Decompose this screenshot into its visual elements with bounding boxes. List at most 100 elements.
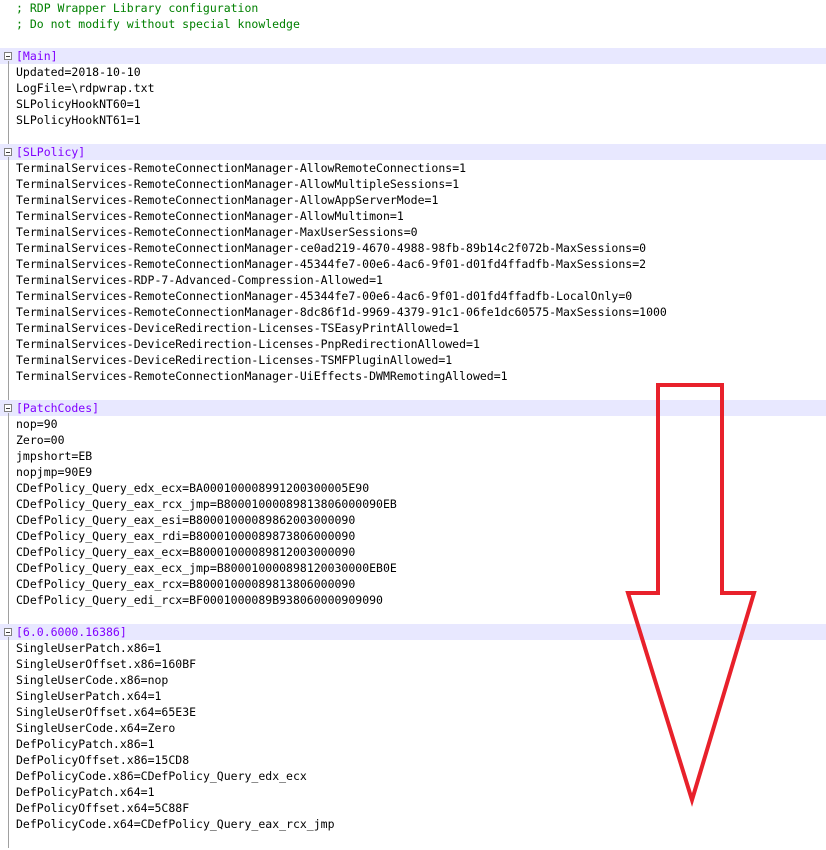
key-value-line: SingleUserPatch.x86=1 — [16, 640, 161, 656]
entry-key: TerminalServices-RemoteConnectionManager… — [16, 177, 446, 191]
entry-key: CDefPolicy_Query_eax_rcx — [16, 577, 183, 591]
fold-toggle-icon[interactable] — [4, 628, 12, 636]
entry-key: TerminalServices-RemoteConnectionManager… — [16, 193, 425, 207]
equals-sign: = — [147, 689, 155, 703]
key-value-line: DefPolicyPatch.x64=1 — [16, 784, 155, 800]
equals-sign: = — [140, 721, 148, 735]
equals-sign: = — [36, 417, 44, 431]
equals-sign: = — [466, 337, 473, 351]
entry-key: DefPolicyCode.x86 — [16, 769, 134, 783]
entry-key: DefPolicyOffset.x64 — [16, 801, 148, 815]
entry-value: 2 — [639, 257, 647, 271]
section-header: [SLPolicy] — [16, 145, 86, 159]
key-value-line: DefPolicyOffset.x86=15CD8 — [16, 752, 189, 768]
key-value-line: CDefPolicy_Query_eax_rcx_jmp=B8000100008… — [16, 496, 397, 512]
entry-key: SingleUserPatch.x86 — [16, 641, 148, 655]
equals-sign: = — [209, 497, 217, 511]
entry-value: 0 — [625, 289, 633, 303]
key-value-line: TerminalServices-DeviceRedirection-Licen… — [16, 336, 480, 352]
entry-key: SingleUserCode.x64 — [16, 721, 141, 735]
equals-sign: = — [209, 561, 217, 575]
entry-value: 1 — [500, 369, 508, 383]
equals-sign: = — [493, 369, 501, 383]
entry-key: TerminalServices-RemoteConnectionManager… — [16, 369, 494, 383]
comment-line: ; RDP Wrapper Library configuration — [16, 1, 259, 15]
key-value-line: TerminalServices-RemoteConnectionManager… — [16, 160, 466, 176]
entry-key: CDefPolicy_Query_eax_ecx — [16, 545, 183, 559]
ini-editor[interactable]: ; RDP Wrapper Library configuration ; Do … — [0, 0, 826, 850]
entry-value: 90E9 — [64, 465, 93, 479]
key-value-line: TerminalServices-RemoteConnectionManager… — [16, 208, 404, 224]
entry-value: B800010000898120030000EB0E — [216, 561, 397, 575]
entry-value: 1 — [154, 689, 162, 703]
key-value-line: TerminalServices-DeviceRedirection-Licen… — [16, 352, 452, 368]
key-value-line: TerminalServices-RemoteConnectionManager… — [16, 240, 646, 256]
fold-toggle-icon[interactable] — [4, 52, 12, 60]
section-header: [PatchCodes] — [16, 401, 100, 415]
entry-key: CDefPolicy_Query_edx_ecx — [16, 481, 183, 495]
entry-key: jmpshort — [16, 449, 72, 463]
fold-guide — [8, 413, 9, 624]
entry-value: 1 — [459, 161, 467, 175]
key-value-line: nop=90 — [16, 416, 58, 432]
entry-value: 1 — [452, 321, 460, 335]
key-value-line: DefPolicyCode.x86=CDefPolicy_Query_edx_e… — [16, 768, 307, 784]
entry-value: CDefPolicy_Query_eax_rcx_jmp — [140, 817, 335, 831]
equals-sign: = — [147, 801, 155, 815]
fold-guide — [8, 61, 9, 144]
entry-value: 1 — [445, 353, 453, 367]
entry-key: TerminalServices-DeviceRedirection-Licen… — [16, 321, 446, 335]
entry-value: nop — [147, 673, 169, 687]
section-header: [Main] — [16, 49, 58, 63]
entry-key: nop — [16, 417, 37, 431]
entry-value: 90 — [43, 417, 58, 431]
key-value-line: nopjmp=90E9 — [16, 464, 92, 480]
key-value-line: SingleUserCode.x64=Zero — [16, 720, 175, 736]
entry-key: SingleUserOffset.x86 — [16, 657, 155, 671]
entry-key: CDefPolicy_Query_eax_rcx_jmp — [16, 497, 210, 511]
entry-key: Zero — [16, 433, 44, 447]
entry-value: CDefPolicy_Query_edx_ecx — [140, 769, 307, 783]
entry-key: CDefPolicy_Query_eax_rdi — [16, 529, 183, 543]
key-value-line: DefPolicyOffset.x64=5C88F — [16, 800, 189, 816]
entry-key: TerminalServices-RemoteConnectionManager… — [16, 225, 404, 239]
entry-value: 00 — [50, 433, 65, 447]
entry-value: 1 — [154, 641, 162, 655]
key-value-line: TerminalServices-RemoteConnectionManager… — [16, 368, 508, 384]
entry-key: TerminalServices-RemoteConnectionManager… — [16, 257, 633, 271]
key-value-line: SingleUserOffset.x64=65E3E — [16, 704, 196, 720]
entry-value: 160BF — [161, 657, 197, 671]
fold-toggle-icon[interactable] — [4, 404, 12, 412]
key-value-line: CDefPolicy_Query_eax_esi=B80001000089862… — [16, 512, 355, 528]
entry-value: BF0001000089B938060000909090 — [189, 593, 383, 607]
entry-value: 1 — [472, 337, 480, 351]
entry-key: SLPolicyHookNT60 — [16, 97, 127, 111]
entry-value: BA000100008991200300005E90 — [189, 481, 370, 495]
entry-key: TerminalServices-RDP-7-Advanced-Compress… — [16, 273, 370, 287]
key-value-line: SingleUserCode.x86=nop — [16, 672, 168, 688]
key-value-line: TerminalServices-RemoteConnectionManager… — [16, 256, 646, 272]
entry-key: DefPolicyPatch.x64 — [16, 785, 141, 799]
entry-value: 1000 — [639, 305, 667, 319]
key-value-line: CDefPolicy_Query_eax_rcx=B80001000089813… — [16, 576, 355, 592]
entry-value: B80001000089873806000090 — [189, 529, 356, 543]
key-value-line: DefPolicyPatch.x86=1 — [16, 736, 155, 752]
entry-key: CDefPolicy_Query_eax_esi — [16, 513, 183, 527]
entry-key: SingleUserPatch.x64 — [16, 689, 148, 703]
key-value-line: TerminalServices-RemoteConnectionManager… — [16, 176, 459, 192]
entry-value: B80001000089813806000090EB — [216, 497, 397, 511]
section-header-band — [0, 48, 826, 64]
entry-key: CDefPolicy_Query_edi_rcx — [16, 593, 183, 607]
entry-value: 1 — [133, 113, 141, 127]
entry-value: 1 — [452, 177, 460, 191]
entry-value: 5C88F — [154, 801, 190, 815]
entry-value: 65E3E — [161, 705, 197, 719]
equals-sign: = — [389, 209, 397, 223]
key-value-line: TerminalServices-RemoteConnectionManager… — [16, 304, 667, 320]
entry-key: nopjmp — [16, 465, 58, 479]
entry-value: 15CD8 — [154, 753, 190, 767]
fold-guide — [8, 637, 9, 848]
entry-value: B80001000089812003000090 — [189, 545, 356, 559]
entry-value: 1 — [396, 209, 404, 223]
fold-toggle-icon[interactable] — [4, 148, 12, 156]
